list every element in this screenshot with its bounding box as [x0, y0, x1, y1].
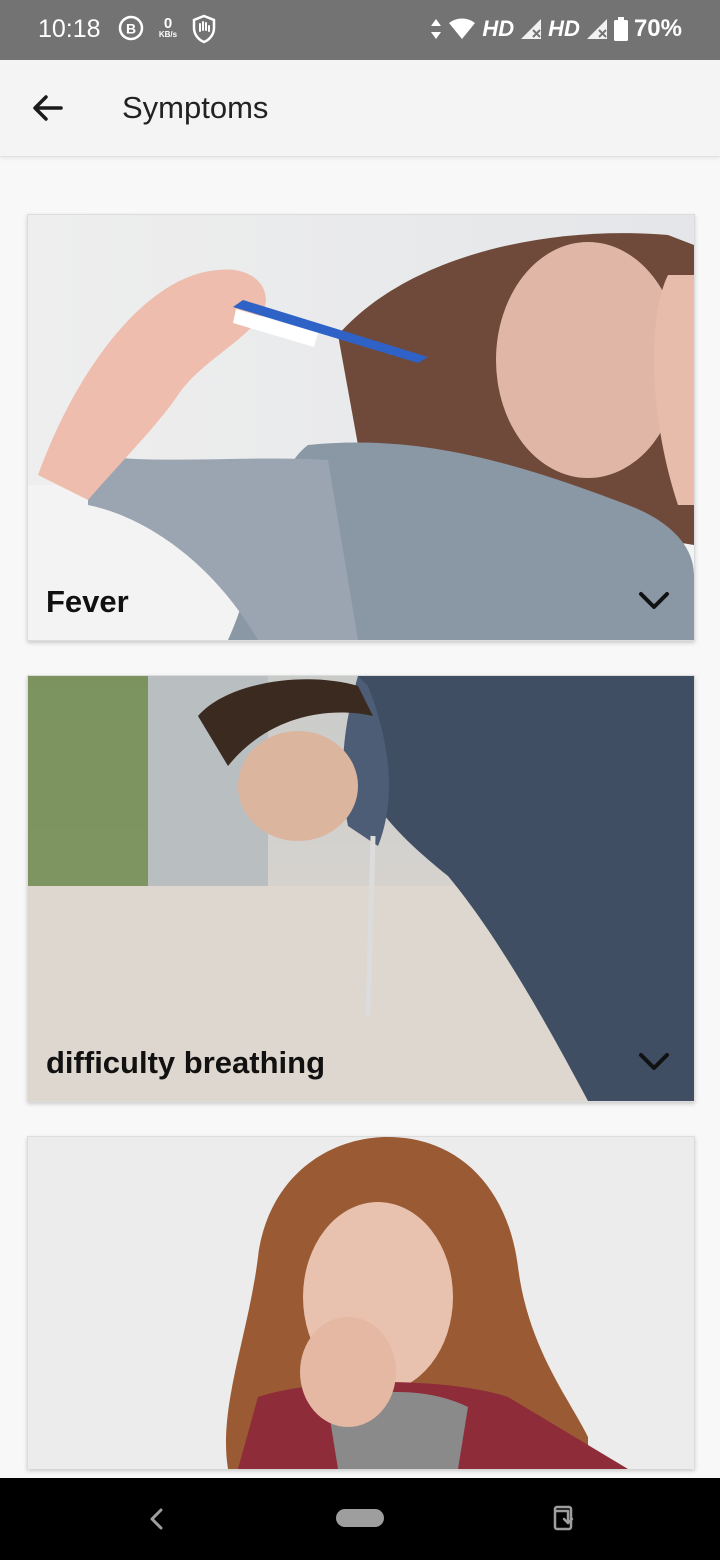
status-right-cluster: HD HD 70%	[430, 15, 682, 43]
data-arrows-icon	[431, 19, 442, 39]
data-speed-unit: KB/s	[158, 30, 178, 39]
page-title: Symptoms	[122, 90, 269, 125]
arrow-left-icon[interactable]	[30, 90, 66, 126]
signal-icon	[586, 19, 607, 39]
network-label-1: HD	[482, 16, 515, 41]
wifi-icon	[449, 18, 476, 39]
shield-hand-icon	[192, 14, 216, 44]
symptom-card-coughing[interactable]	[27, 1136, 695, 1469]
network-label-2: HD	[548, 16, 580, 41]
battery-percent: 70%	[633, 15, 682, 42]
woman-with-thermometer-photo	[28, 215, 694, 640]
svg-text:B: B	[126, 21, 136, 37]
symptom-card-difficulty-breathing[interactable]: difficulty breathing	[27, 675, 695, 1102]
nav-home-pill[interactable]	[336, 1509, 384, 1527]
symptom-label: Fever	[46, 584, 129, 619]
woman-coughing-photo	[28, 1137, 694, 1469]
nav-back-icon[interactable]	[146, 1506, 168, 1532]
battery-icon	[613, 17, 628, 41]
status-bar: 10:18 B 0 KB/s HD HD 70%	[0, 0, 720, 60]
app-bar: Symptoms	[0, 60, 720, 157]
b-badge-icon: B	[118, 15, 144, 41]
data-speed-icon: 0 KB/s	[156, 16, 180, 39]
signal-icon	[521, 19, 542, 39]
symptom-card-fever[interactable]: Fever	[27, 214, 695, 641]
rotate-screen-icon[interactable]	[550, 1503, 576, 1533]
woman-bent-over-breathless-photo	[28, 676, 694, 1101]
status-time: 10:18	[38, 15, 101, 43]
symptom-label: difficulty breathing	[46, 1045, 325, 1080]
navigation-bar	[0, 1478, 720, 1560]
data-speed-value: 0	[163, 15, 173, 32]
chevron-down-icon[interactable]	[638, 1051, 670, 1073]
chevron-down-icon[interactable]	[638, 590, 670, 612]
